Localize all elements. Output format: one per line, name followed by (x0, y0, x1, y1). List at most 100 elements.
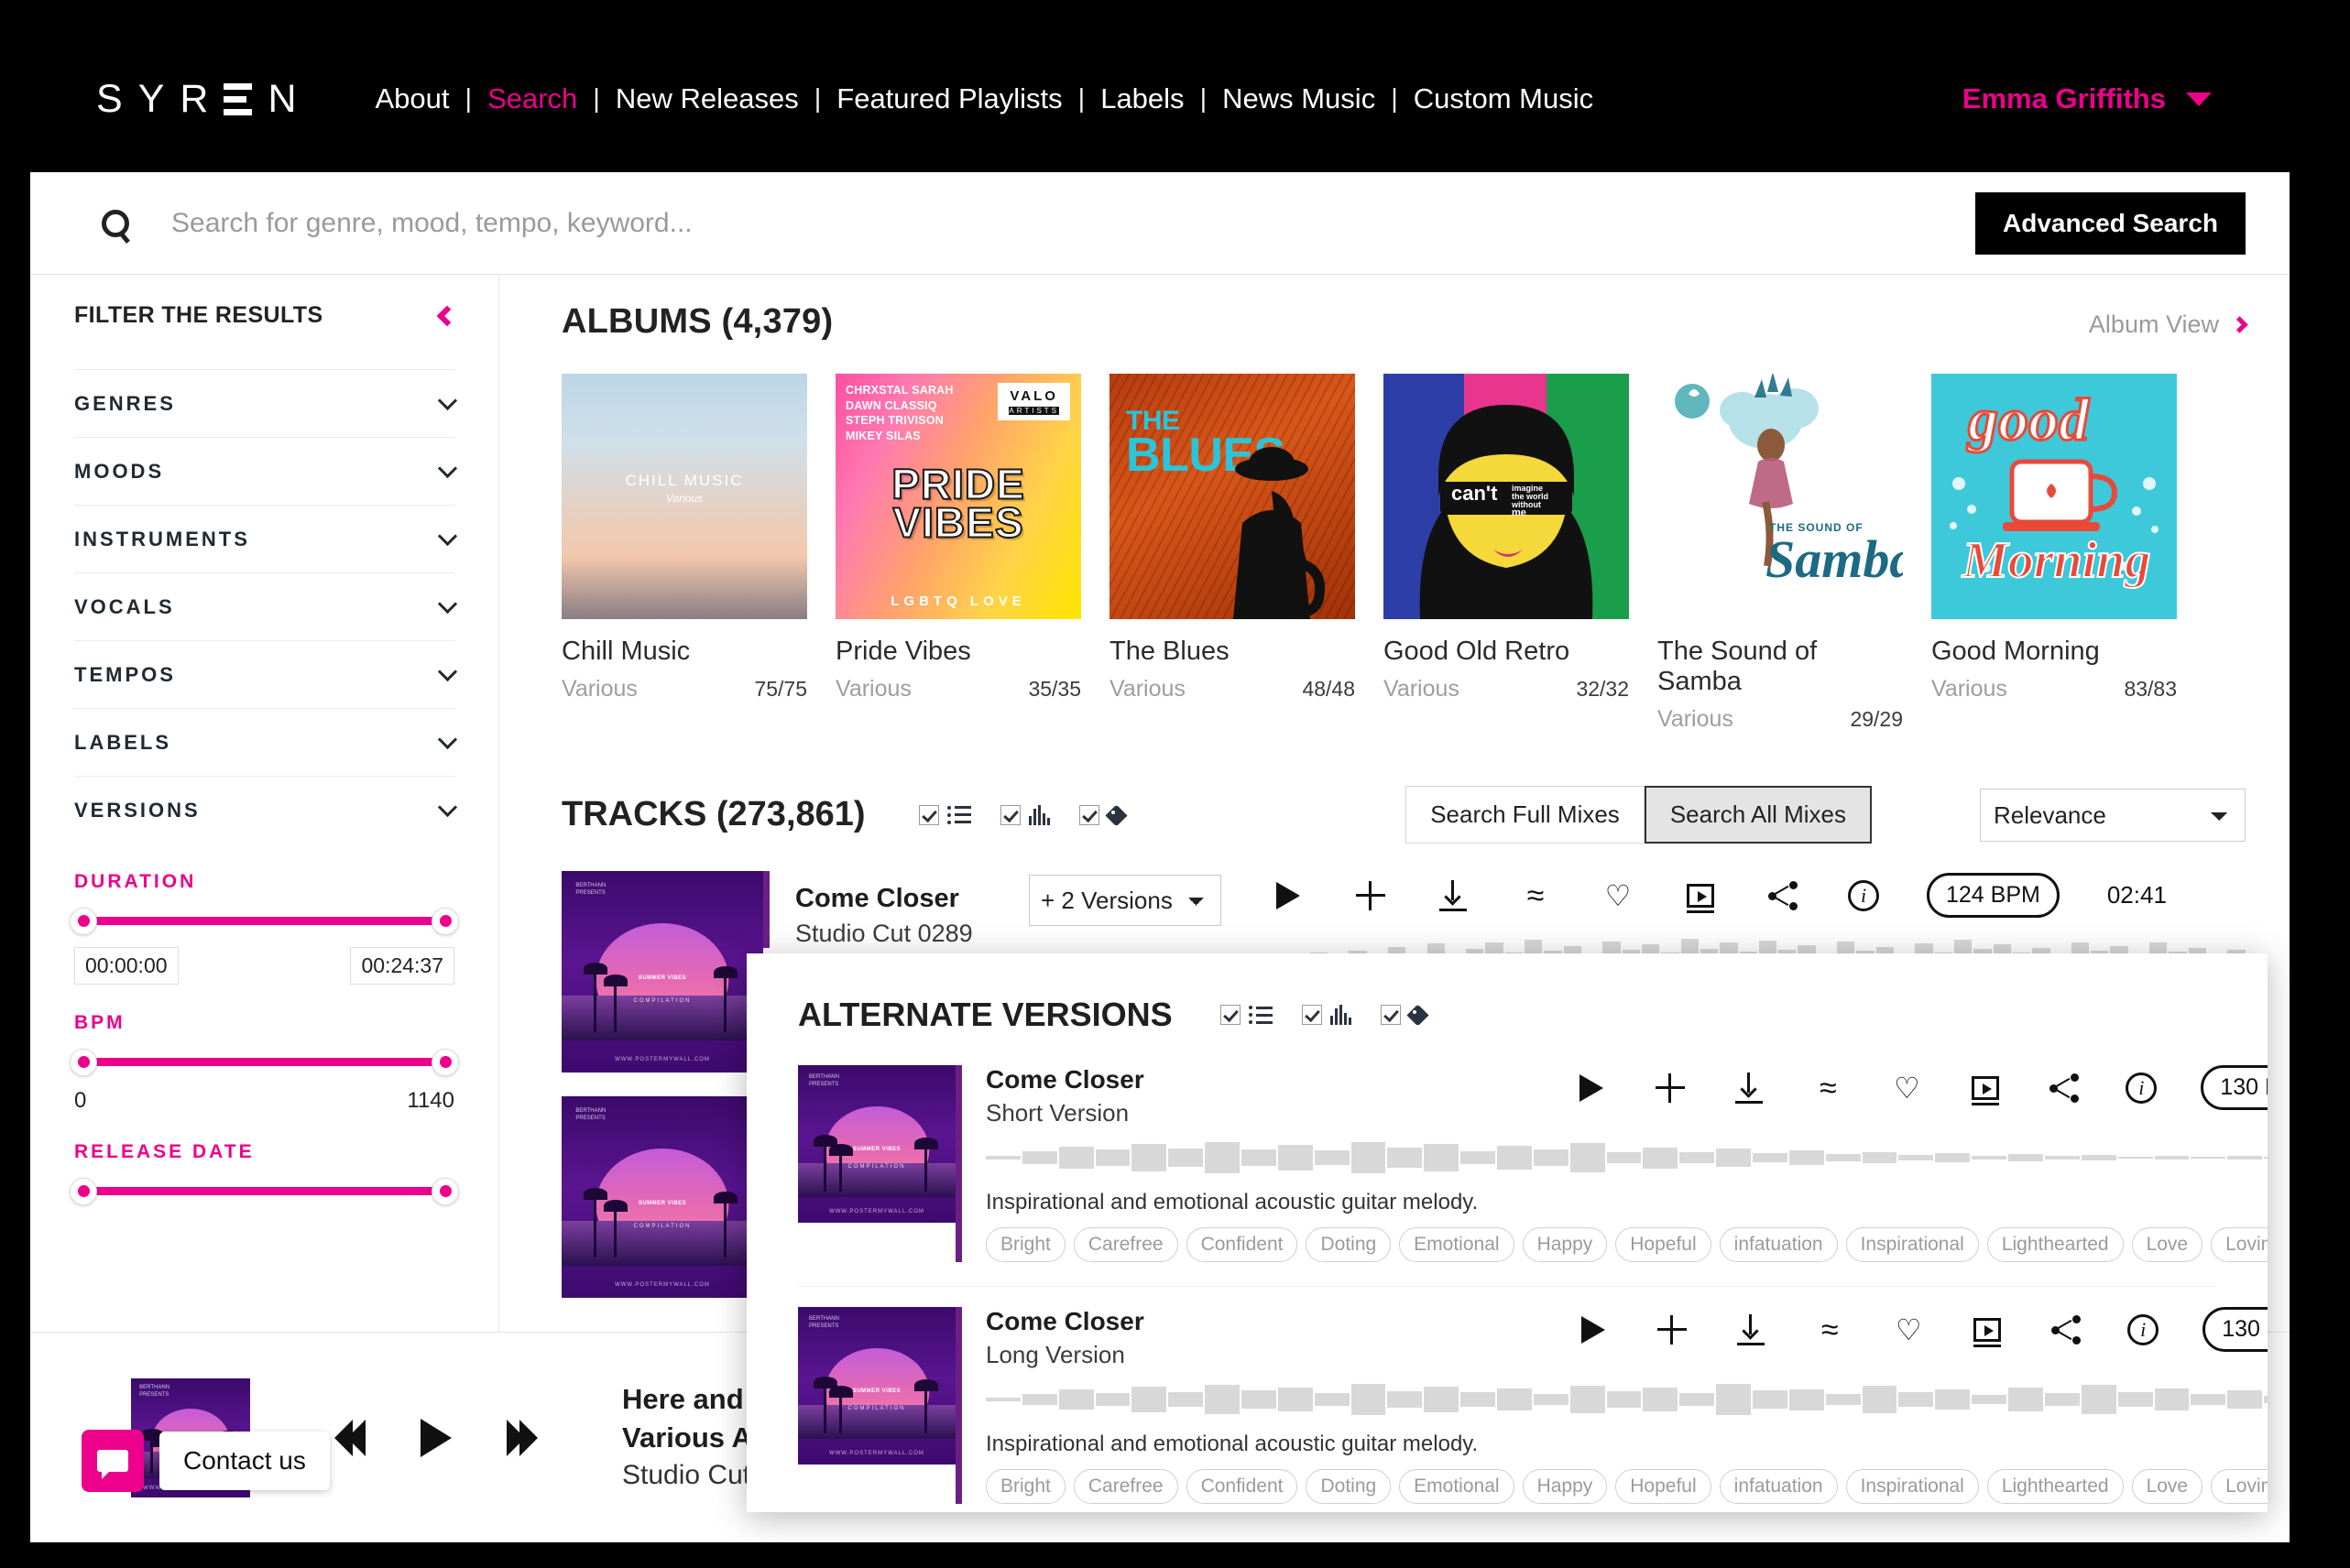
similar-icon[interactable]: ≈ (1518, 878, 1553, 913)
tag-chip[interactable]: Bright (986, 1227, 1066, 1262)
play-icon[interactable] (421, 1418, 452, 1457)
version-album-art[interactable]: BERTHANN PRESENTS SUMMER VIBES COMPILATIO… (798, 1065, 956, 1223)
duration-slider-max-handle[interactable] (432, 907, 459, 935)
tag-chip[interactable]: Loving (2211, 1469, 2268, 1504)
share-icon[interactable] (2049, 1312, 2083, 1347)
filter-section-tempos[interactable]: TEMPOS (74, 640, 458, 708)
nav-item-new-releases[interactable]: New Releases (616, 82, 799, 115)
download-icon[interactable] (1436, 878, 1470, 913)
filter-section-moods[interactable]: MOODS (74, 437, 458, 505)
download-icon[interactable] (1732, 1071, 1766, 1105)
similar-icon[interactable]: ≈ (1812, 1312, 1847, 1347)
add-to-project-icon[interactable] (1683, 878, 1718, 913)
checkbox-icon[interactable] (918, 804, 939, 825)
toggle-list-view[interactable] (918, 804, 971, 825)
filter-section-versions[interactable]: VERSIONS (74, 776, 458, 844)
album-view-link[interactable]: Album View (2089, 310, 2248, 339)
tag-chip[interactable]: Doting (1306, 1227, 1392, 1262)
sort-select[interactable]: Relevance (1980, 788, 2246, 842)
filter-section-vocals[interactable]: VOCALS (74, 572, 458, 640)
previous-track-icon[interactable] (334, 1419, 366, 1456)
favorite-icon[interactable]: ♡ (1601, 878, 1635, 913)
duration-max-value[interactable]: 00:24:37 (350, 947, 454, 985)
track-album-art[interactable]: BERTHANN PRESENTS SUMMER VIBES COMPILATIO… (562, 871, 763, 1073)
album-cover-the-sound-of-samba[interactable]: THE SOUND OF Samba (1657, 374, 1903, 619)
chat-bubble-icon[interactable] (82, 1430, 144, 1492)
user-menu[interactable]: Emma Griffiths (1962, 82, 2212, 115)
tag-chip[interactable]: Hopeful (1615, 1469, 1711, 1504)
checkbox-icon[interactable] (1380, 1005, 1401, 1025)
checkbox-icon[interactable] (1219, 1005, 1241, 1025)
share-icon[interactable] (1765, 878, 1800, 913)
nav-item-search[interactable]: Search (487, 82, 577, 115)
tag-chip[interactable]: Confident (1186, 1227, 1298, 1262)
duration-min-value[interactable]: 00:00:00 (74, 947, 179, 985)
duration-slider-track[interactable] (70, 907, 459, 935)
tag-chip[interactable]: Loving (2211, 1227, 2268, 1262)
album-card[interactable]: good Morning Good Morning Various 83/83 (1931, 374, 2177, 733)
filter-section-instruments[interactable]: INSTRUMENTS (74, 505, 458, 572)
syren-logo[interactable]: S Y R N (96, 79, 297, 119)
tag-chip[interactable]: Lighthearted (1986, 1227, 2124, 1262)
album-card[interactable]: THE SOUND OF Samba The Sound of Samba Va… (1657, 374, 1903, 733)
checkbox-icon[interactable] (1078, 804, 1099, 825)
nav-item-custom-music[interactable]: Custom Music (1414, 82, 1593, 115)
toggle-tag-view[interactable] (1380, 1005, 1429, 1025)
search-full-mixes-button[interactable]: Search Full Mixes (1405, 786, 1645, 844)
versions-select[interactable]: + 2 Versions (1029, 875, 1221, 926)
add-to-project-icon[interactable] (1968, 1071, 2003, 1105)
tag-chip[interactable]: Happy (1522, 1227, 1608, 1262)
nav-item-labels[interactable]: Labels (1100, 82, 1184, 115)
next-track-icon[interactable] (507, 1419, 538, 1456)
nav-item-about[interactable]: About (376, 82, 450, 115)
add-icon[interactable] (1353, 878, 1388, 913)
toggle-list-view[interactable] (1219, 1005, 1273, 1025)
info-icon[interactable]: i (1848, 879, 1879, 911)
play-icon[interactable] (1574, 1071, 1609, 1105)
info-icon[interactable]: i (2126, 1072, 2158, 1104)
tag-chip[interactable]: Carefree (1073, 1227, 1178, 1262)
tag-chip[interactable]: infatuation (1719, 1469, 1838, 1504)
info-icon[interactable]: i (2127, 1313, 2159, 1345)
toggle-tag-view[interactable] (1078, 804, 1128, 825)
tag-chip[interactable]: Confident (1186, 1469, 1298, 1504)
release-date-slider-max-handle[interactable] (432, 1177, 459, 1205)
add-icon[interactable] (1655, 1312, 1689, 1347)
bpm-slider-min-handle[interactable] (70, 1048, 97, 1076)
album-cover-good-morning[interactable]: good Morning (1931, 374, 2177, 619)
tag-chip[interactable]: Love (2131, 1469, 2203, 1504)
version-row[interactable]: BERTHANN PRESENTS SUMMER VIBES COMPILATIO… (798, 1307, 2268, 1504)
filter-section-genres[interactable]: GENRES (74, 369, 458, 437)
add-to-project-icon[interactable] (1970, 1312, 2005, 1347)
tag-chip[interactable]: Doting (1306, 1469, 1392, 1504)
tag-chip[interactable]: Emotional (1399, 1469, 1514, 1504)
play-icon[interactable] (1576, 1312, 1611, 1347)
album-cover-chill-music[interactable]: CHILL MUSIC Various (562, 374, 807, 619)
bpm-slider-track[interactable] (70, 1048, 459, 1076)
version-album-art[interactable]: BERTHANN PRESENTS SUMMER VIBES COMPILATIO… (798, 1307, 956, 1465)
contact-us-widget[interactable]: Contact us (82, 1430, 330, 1492)
favorite-icon[interactable]: ♡ (1891, 1312, 1926, 1347)
favorite-icon[interactable]: ♡ (1889, 1071, 1924, 1105)
nav-item-news-music[interactable]: News Music (1222, 82, 1375, 115)
filter-section-labels[interactable]: LABELS (74, 708, 458, 776)
album-card[interactable]: CHILL MUSIC Various Chill Music Various … (562, 374, 807, 733)
tag-chip[interactable]: Lighthearted (1986, 1469, 2124, 1504)
release-date-slider-track[interactable] (70, 1177, 459, 1205)
album-card[interactable]: THE BLUES The Blues Various 48/48 (1109, 374, 1355, 733)
tag-chip[interactable]: Hopeful (1615, 1227, 1711, 1262)
collapse-sidebar-icon[interactable] (436, 305, 458, 326)
tag-chip[interactable]: Love (2131, 1227, 2203, 1262)
tag-chip[interactable]: Bright (986, 1469, 1066, 1504)
search-all-mixes-button[interactable]: Search All Mixes (1644, 786, 1872, 844)
tag-chip[interactable]: infatuation (1719, 1227, 1838, 1262)
similar-icon[interactable]: ≈ (1810, 1071, 1845, 1105)
album-cover-the-blues[interactable]: THE BLUES (1109, 374, 1355, 619)
nav-item-featured-playlists[interactable]: Featured Playlists (836, 82, 1062, 115)
tag-chip[interactable]: Inspirational (1845, 1469, 1979, 1504)
album-cover-good-old-retro[interactable]: can't imagine the world without me (1383, 374, 1629, 619)
toggle-waveform-view[interactable] (1301, 1005, 1351, 1025)
checkbox-icon[interactable] (1000, 804, 1021, 825)
album-card[interactable]: can't imagine the world without me Good … (1383, 374, 1629, 733)
toggle-waveform-view[interactable] (1000, 804, 1050, 825)
